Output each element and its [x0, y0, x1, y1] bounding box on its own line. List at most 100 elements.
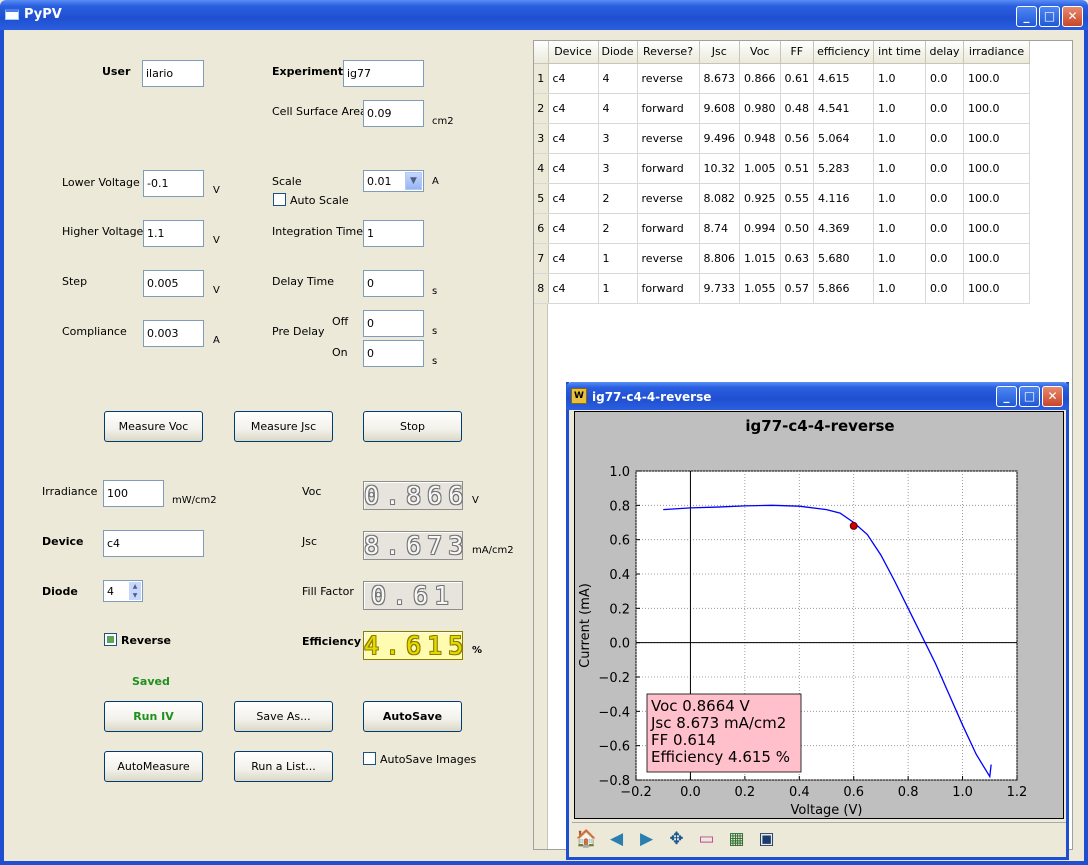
table-row[interactable]: 8 c4 1 forward 9.733 1.055 0.57 5.866 1.0 0.0 100.…	[534, 273, 1031, 304]
table-cell[interactable]: 100.0	[963, 273, 1031, 304]
table-cell[interactable]: forward	[637, 273, 700, 304]
step-input[interactable]: 0.005	[143, 270, 204, 297]
spin-down-icon[interactable]: ▼	[129, 591, 141, 600]
column-header[interactable]: Device	[548, 41, 599, 64]
row-number[interactable]: 5	[534, 183, 549, 214]
zoom-icon[interactable]: ▭	[694, 827, 719, 852]
auto-scale-checkbox[interactable]	[273, 193, 286, 206]
table-cell[interactable]: 1.055	[739, 273, 781, 304]
table-cell[interactable]: 0.63	[780, 243, 815, 274]
table-cell[interactable]: 0.0	[925, 123, 965, 154]
table-cell[interactable]: c4	[548, 273, 599, 304]
table-cell[interactable]: 8.082	[699, 183, 741, 214]
table-cell[interactable]: 1.0	[873, 63, 927, 94]
reverse-checkbox[interactable]	[104, 633, 117, 646]
device-input[interactable]: c4	[103, 530, 204, 557]
maximize-button[interactable]: □	[1039, 6, 1060, 27]
column-header[interactable]: FF	[780, 41, 815, 64]
table-cell[interactable]: 0.0	[925, 183, 965, 214]
table-cell[interactable]: 1.0	[873, 183, 927, 214]
row-number[interactable]: 4	[534, 153, 549, 184]
column-header[interactable]: Jsc	[699, 41, 741, 64]
irradiance-input[interactable]: 100	[103, 480, 164, 507]
table-cell[interactable]: 1.015	[739, 243, 781, 274]
table-cell[interactable]: 1.0	[873, 153, 927, 184]
table-cell[interactable]: 0.0	[925, 213, 965, 244]
table-cell[interactable]: c4	[548, 63, 599, 94]
diode-spinbox[interactable]: 4 ▲ ▼	[103, 580, 143, 602]
table-cell[interactable]: c4	[548, 123, 599, 154]
table-cell[interactable]: 0.866	[739, 63, 781, 94]
table-cell[interactable]: 1.0	[873, 213, 927, 244]
table-cell[interactable]: 0.0	[925, 63, 965, 94]
table-cell[interactable]: 0.55	[780, 183, 815, 214]
row-number[interactable]: 8	[534, 273, 549, 304]
table-cell[interactable]: 1.005	[739, 153, 781, 184]
table-cell[interactable]: 1.0	[873, 273, 927, 304]
table-cell[interactable]: 8.673	[699, 63, 741, 94]
close-button[interactable]: ✕	[1062, 6, 1083, 27]
table-cell[interactable]: 0.57	[780, 273, 815, 304]
table-cell[interactable]: 9.608	[699, 93, 741, 124]
table-cell[interactable]: c4	[548, 93, 599, 124]
column-header[interactable]: Reverse?	[637, 41, 700, 64]
experiment-input[interactable]: ig77	[343, 60, 424, 87]
autosave-images-checkbox[interactable]	[363, 752, 376, 765]
row-number[interactable]: 2	[534, 93, 549, 124]
column-header[interactable]: Diode	[598, 41, 638, 64]
table-cell[interactable]: 8.806	[699, 243, 741, 274]
table-row[interactable]: 1 c4 4 reverse 8.673 0.866 0.61 4.615 1.0 0.0 100.…	[534, 63, 1031, 94]
stop-button[interactable]: Stop	[363, 411, 462, 442]
column-header[interactable]: irradiance	[963, 41, 1031, 64]
automeasure-button[interactable]: AutoMeasure	[104, 751, 203, 782]
integration-time-input[interactable]: 1	[363, 220, 424, 247]
table-cell[interactable]: 0.0	[925, 273, 965, 304]
table-cell[interactable]: 0.925	[739, 183, 781, 214]
table-cell[interactable]: c4	[548, 213, 599, 244]
table-cell[interactable]: c4	[548, 183, 599, 214]
measure-voc-button[interactable]: Measure Voc	[104, 411, 203, 442]
configure-icon[interactable]: ▦	[724, 827, 749, 852]
table-cell[interactable]: 2	[598, 183, 638, 214]
table-cell[interactable]: 5.866	[813, 273, 875, 304]
table-row[interactable]: 2 c4 4 forward 9.608 0.980 0.48 4.541 1.0 0.0 100.…	[534, 93, 1031, 124]
table-cell[interactable]: 2	[598, 213, 638, 244]
table-cell[interactable]: 100.0	[963, 183, 1031, 214]
column-header[interactable]: Voc	[739, 41, 781, 64]
column-header[interactable]: delay	[925, 41, 965, 64]
table-cell[interactable]: 5.064	[813, 123, 875, 154]
plot-close-button[interactable]: ✕	[1042, 386, 1063, 407]
delay-time-input[interactable]: 0	[363, 270, 424, 297]
table-cell[interactable]: 0.0	[925, 153, 965, 184]
row-number[interactable]: 3	[534, 123, 549, 154]
run-iv-button[interactable]: Run IV	[104, 701, 203, 732]
table-cell[interactable]: 100.0	[963, 153, 1031, 184]
home-icon[interactable]: 🏠	[574, 827, 599, 852]
save-icon[interactable]: ▣	[754, 827, 779, 852]
table-cell[interactable]: 5.283	[813, 153, 875, 184]
table-cell[interactable]: 1	[598, 243, 638, 274]
table-cell[interactable]: forward	[637, 213, 700, 244]
table-cell[interactable]: forward	[637, 93, 700, 124]
table-cell[interactable]: 9.733	[699, 273, 741, 304]
table-cell[interactable]: 1	[598, 273, 638, 304]
table-cell[interactable]: forward	[637, 153, 700, 184]
table-cell[interactable]: 100.0	[963, 123, 1031, 154]
table-cell[interactable]: 100.0	[963, 93, 1031, 124]
table-cell[interactable]: reverse	[637, 123, 700, 154]
table-cell[interactable]: 5.680	[813, 243, 875, 274]
minimize-button[interactable]: _	[1016, 6, 1037, 27]
cell-area-input[interactable]: 0.09	[363, 100, 424, 127]
autosave-button[interactable]: AutoSave	[363, 701, 462, 732]
table-cell[interactable]: 0.61	[780, 63, 815, 94]
table-cell[interactable]: 0.51	[780, 153, 815, 184]
measure-jsc-button[interactable]: Measure Jsc	[234, 411, 333, 442]
table-row[interactable]: 5 c4 2 reverse 8.082 0.925 0.55 4.116 1.0 0.0 100.…	[534, 183, 1031, 214]
table-cell[interactable]: 4.369	[813, 213, 875, 244]
table-cell[interactable]: reverse	[637, 183, 700, 214]
plot-maximize-button[interactable]: □	[1019, 386, 1040, 407]
row-number[interactable]: 1	[534, 63, 549, 94]
table-row[interactable]: 4 c4 3 forward 10.32 1.005 0.51 5.283 1.0 0.0 100.…	[534, 153, 1031, 184]
user-input[interactable]: ilario	[142, 60, 204, 87]
run-list-button[interactable]: Run a List...	[234, 751, 333, 782]
